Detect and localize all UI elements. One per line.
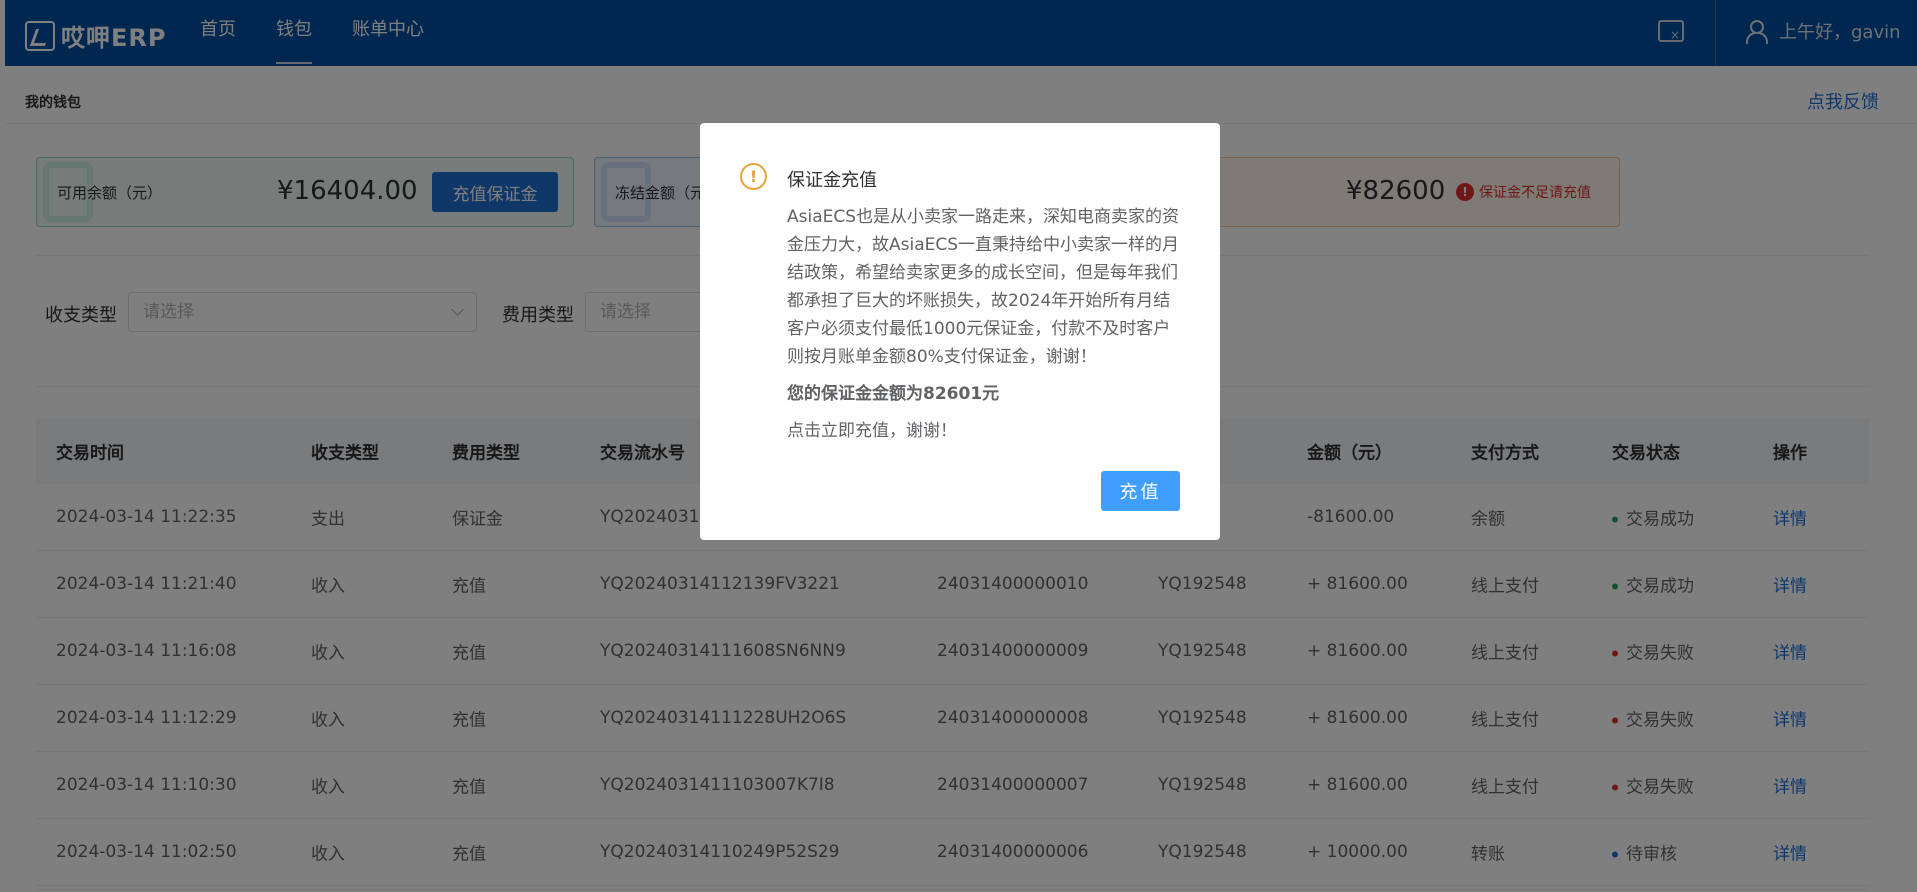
dialog-body: AsiaECS也是从小卖家一路走来，深知电商卖家的资金压力大，故AsiaECS一… bbox=[787, 207, 1180, 367]
dialog-title: 保证金充值 bbox=[787, 170, 877, 191]
deposit-amount-note: 您的保证金金额为82601元 bbox=[787, 384, 1000, 404]
dialog-charge-button[interactable]: 充值 bbox=[1101, 471, 1180, 511]
deposit-charge-dialog: ! 保证金充值 AsiaECS也是从小卖家一路走来，深知电商卖家的资金压力大，故… bbox=[700, 123, 1220, 540]
warning-icon: ! bbox=[740, 163, 767, 190]
dialog-prompt: 点击立即充值，谢谢！ bbox=[787, 421, 957, 441]
